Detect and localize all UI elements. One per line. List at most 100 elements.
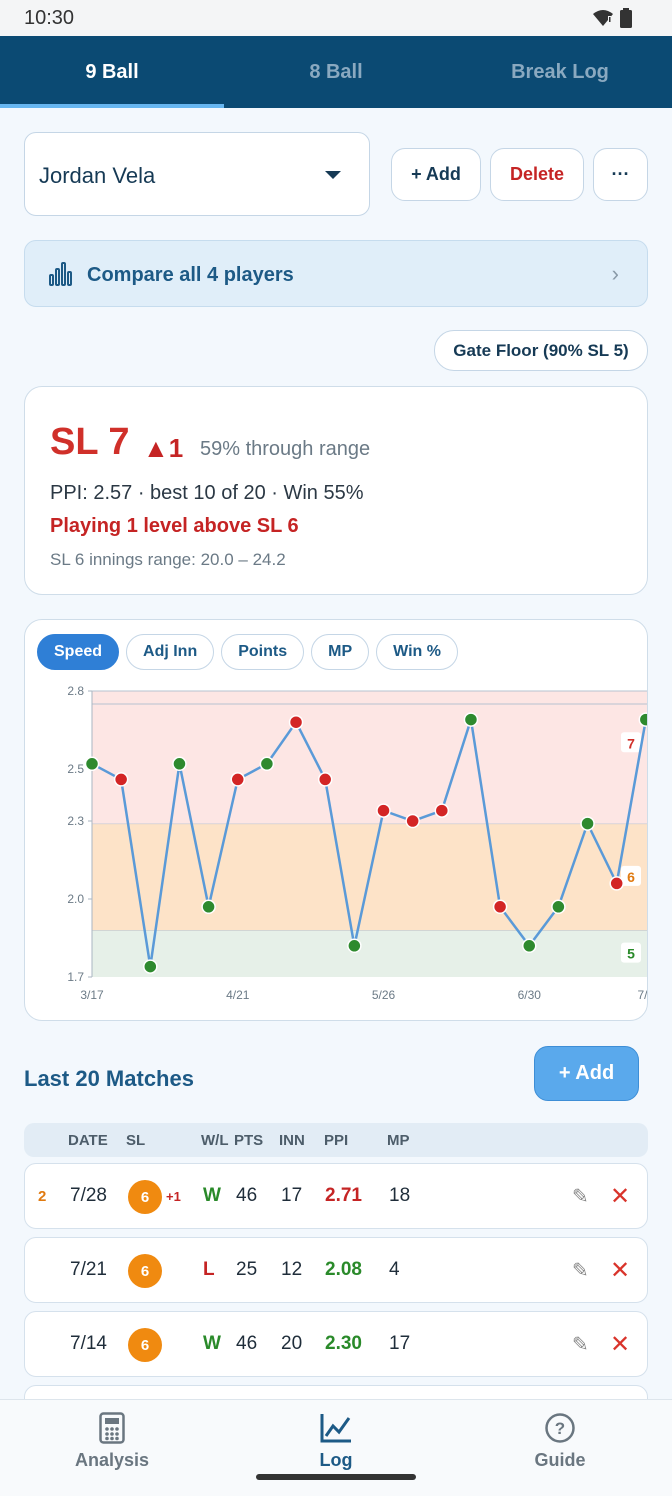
y-tick-label: 2.8 [67, 684, 84, 698]
data-point [113, 772, 129, 787]
x-tick-label: 6/30 [518, 988, 542, 1002]
edit-icon[interactable]: ✎ [572, 1332, 589, 1357]
match-ppi: 2.08 [325, 1259, 362, 1280]
band-label: 5 [627, 946, 635, 962]
chip-speed[interactable]: Speed [37, 634, 120, 670]
chip-mp[interactable]: MP [311, 634, 370, 670]
match-result: L [203, 1259, 215, 1280]
y-tick-label: 2.3 [67, 814, 84, 828]
match-date: 7/21 [70, 1259, 107, 1280]
data-point [638, 712, 647, 727]
nav-log-label: Log [319, 1450, 353, 1470]
battery-icon [620, 8, 632, 28]
nav-log[interactable]: Log [224, 1400, 448, 1496]
col-inn: INN [279, 1132, 305, 1149]
match-date: 7/28 [70, 1185, 107, 1206]
matches-title: Last 20 Matches [24, 1066, 194, 1091]
match-mp: 17 [389, 1333, 411, 1354]
data-point [609, 876, 624, 891]
nav-analysis-label: Analysis [74, 1450, 150, 1470]
gate-floor-chip[interactable]: Gate Floor (90% SL 5) [434, 330, 648, 371]
status-bar: 10:30 [0, 0, 672, 36]
chevron-down-icon [325, 171, 341, 179]
bottom-nav: Analysis Log ? Guide [0, 1399, 672, 1496]
status-time: 10:30 [24, 7, 75, 29]
chart-metric-tabs: Speed Adj Inn Points MP Win % [37, 634, 458, 670]
close-icon[interactable]: ✕ [610, 1182, 630, 1211]
sl-badge: 6 [128, 1254, 162, 1288]
matches-table-header: DATE SL W/L PTS INN PPI MP [24, 1123, 648, 1157]
skill-level-card: SL 7 ▲1 59% through range PPI: 2.57 · be… [24, 386, 648, 595]
range-progress: 59% through range [200, 438, 371, 460]
chip-win-pct[interactable]: Win % [376, 634, 458, 670]
x-tick-label: 5/26 [372, 988, 396, 1002]
match-ppi: 2.30 [325, 1333, 362, 1354]
match-date: 7/14 [70, 1333, 107, 1354]
col-sl: SL [126, 1132, 146, 1149]
add-match-button[interactable]: + Add [534, 1046, 639, 1101]
data-point [434, 803, 450, 818]
edit-icon[interactable]: ✎ [572, 1184, 589, 1209]
y-tick-label: 1.7 [67, 970, 84, 984]
data-point [288, 714, 304, 730]
table-row[interactable]: 7/14 6 W 46 20 2.30 17 ✎ ✕ [24, 1311, 648, 1377]
table-row[interactable]: 2 7/28 6 +1 W 46 17 2.71 18 ✎ ✕ [24, 1163, 648, 1229]
band-sl-7 [92, 691, 647, 824]
compare-players-banner[interactable]: Compare all 4 players › [24, 240, 648, 307]
y-tick-label: 2.5 [67, 762, 84, 776]
bar-chart-icon [49, 262, 72, 286]
svg-text:?: ? [555, 1419, 565, 1438]
tab-9-ball[interactable]: 9 Ball [0, 36, 224, 108]
sl-badge: 6 [128, 1328, 162, 1362]
top-tabs: 9 Ball 8 Ball Break Log [0, 36, 672, 108]
match-innings: 17 [281, 1185, 303, 1206]
chevron-right-icon: › [611, 261, 619, 286]
level-note: Playing 1 level above SL 6 [50, 515, 299, 537]
chart-card: 1.7 2.0 2.3 2.5 2.8 3/17 4/21 5/26 6/30 7/2 5 6 7 Sp… [24, 619, 648, 1021]
data-point [580, 816, 595, 831]
add-player-button[interactable]: + Add [391, 148, 481, 201]
col-pts: PTS [234, 1132, 264, 1149]
nav-analysis[interactable]: Analysis [0, 1400, 224, 1496]
match-ppi: 2.71 [325, 1185, 362, 1206]
sl-change: +1 [166, 1189, 181, 1204]
calculator-icon [99, 1412, 125, 1444]
delete-player-button[interactable]: Delete [490, 148, 584, 201]
data-point [201, 899, 216, 915]
col-date: DATE [68, 1132, 108, 1149]
help-circle-icon: ? [545, 1413, 575, 1443]
more-options-button[interactable]: ··· [593, 148, 648, 201]
col-mp: MP [387, 1132, 410, 1149]
data-point [405, 813, 420, 829]
match-result: W [203, 1185, 221, 1206]
y-tick-label: 2.0 [67, 892, 84, 906]
match-points: 25 [236, 1259, 258, 1280]
skill-level-delta: ▲1 [143, 433, 184, 463]
close-icon[interactable]: ✕ [610, 1256, 630, 1285]
band-label: 7 [627, 735, 635, 751]
chip-adj-inn[interactable]: Adj Inn [126, 634, 215, 670]
data-point [522, 938, 537, 954]
tab-8-ball[interactable]: 8 Ball [224, 36, 448, 108]
data-point [230, 772, 245, 787]
data-point [376, 803, 391, 818]
nav-guide[interactable]: ? Guide [448, 1400, 672, 1496]
data-point [551, 899, 566, 915]
data-point [347, 938, 362, 954]
player-dropdown[interactable]: Jordan Vela [24, 132, 370, 216]
data-point [259, 756, 275, 772]
sl-badge: 6 [128, 1180, 162, 1214]
match-mp: 4 [389, 1259, 400, 1280]
player-name: Jordan Vela [39, 163, 156, 188]
chip-points[interactable]: Points [221, 634, 305, 670]
edit-icon[interactable]: ✎ [572, 1258, 589, 1283]
band-sl-5 [92, 930, 647, 977]
match-points: 46 [236, 1185, 258, 1206]
compare-label: Compare all 4 players [87, 264, 294, 286]
band-label: 6 [627, 869, 635, 885]
data-point [492, 899, 508, 915]
close-icon[interactable]: ✕ [610, 1330, 630, 1359]
tab-break-log[interactable]: Break Log [448, 36, 672, 108]
x-tick-label: 3/17 [80, 988, 104, 1002]
table-row[interactable]: 7/21 6 L 25 12 2.08 4 ✎ ✕ [24, 1237, 648, 1303]
